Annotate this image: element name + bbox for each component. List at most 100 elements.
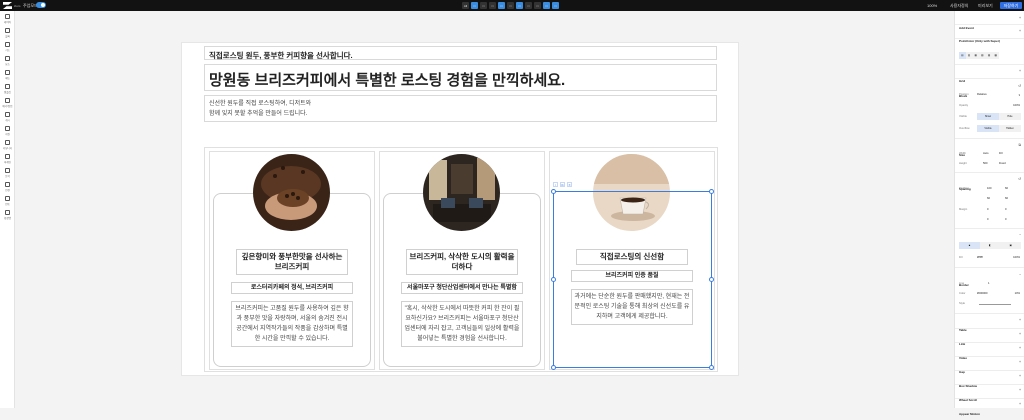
- padding-left-input[interactable]: 60: [987, 197, 990, 200]
- card-column[interactable]: 브리즈커피, 삭삭한 도시의 활력을 더하다 서울마포구 청단산업센터에서 만나…: [379, 151, 545, 370]
- sidebar-item-menu[interactable]: 메뉴: [0, 70, 15, 82]
- resize-handle[interactable]: [551, 189, 556, 194]
- align-center-icon[interactable]: ▥: [966, 54, 973, 57]
- plus-icon[interactable]: +: [1019, 388, 1021, 392]
- device-mobile-small-icon[interactable]: □: [525, 2, 532, 9]
- selected-card-frame[interactable]: [551, 189, 714, 370]
- plus-icon[interactable]: +: [1019, 16, 1021, 20]
- card-body[interactable]: "혹시, 삭삭한 도시에서 따뜻한 커피 한 잔이 필요하신가요? 브리즈커피는…: [401, 301, 523, 347]
- sidebar-item-features[interactable]: 기능: [0, 42, 15, 54]
- zoom-level[interactable]: 100%: [927, 3, 937, 8]
- sidebar-item-assets[interactable]: 자원: [0, 126, 15, 138]
- margin-left-input[interactable]: 0: [1005, 218, 1007, 221]
- overflow-hidden-button[interactable]: Hidden: [999, 127, 1021, 130]
- card-subtitle[interactable]: 로스터리카페의 정석, 브리즈커피: [231, 282, 353, 294]
- sidebar-item-posts[interactable]: 게시: [0, 112, 15, 124]
- save-button[interactable]: 저장하기: [1000, 2, 1022, 9]
- app-logo[interactable]: zium: [3, 2, 20, 9]
- device-custom-icon[interactable]: □: [543, 2, 550, 9]
- device-all-button[interactable]: All: [462, 2, 469, 9]
- border-opacity-input[interactable]: 10%: [1015, 292, 1020, 295]
- sidebar-item-integrations[interactable]: 연동: [0, 196, 15, 208]
- align-top-icon[interactable]: ▧: [979, 54, 986, 57]
- resize-handle[interactable]: [709, 189, 714, 194]
- align-right-icon[interactable]: ▦: [972, 54, 979, 57]
- width-input[interactable]: Auto: [983, 152, 989, 155]
- sidebar-item-community[interactable]: 커뮤니티: [0, 140, 15, 152]
- overflow-visible-button[interactable]: Visible: [977, 125, 999, 132]
- plus-icon[interactable]: +: [1019, 332, 1021, 336]
- sidebar-item-apps[interactable]: 확장앱: [0, 210, 15, 222]
- device-watch-icon[interactable]: □: [534, 2, 541, 9]
- device-desktop-icon[interactable]: □: [471, 2, 478, 9]
- sidebar-item-blocks[interactable]: 블록: [0, 28, 15, 40]
- chevron-down-icon[interactable]: ▾: [1019, 93, 1020, 97]
- copy-icon[interactable]: ⧉: [1019, 143, 1022, 147]
- width-unit-select[interactable]: Fill: [999, 152, 1002, 155]
- opacity-input[interactable]: 100%: [1013, 104, 1020, 107]
- padding-side-input[interactable]: 60: [1005, 187, 1008, 190]
- page-canvas[interactable]: 직접로스팅 원두, 풍부한 커피향을 선사합니다. 망원동 브리즈커피에서 특별…: [181, 42, 739, 376]
- appear-motion-section[interactable]: Appear Motion +: [959, 402, 1021, 420]
- visible-show-button[interactable]: Show: [977, 113, 999, 120]
- fill-solid-icon[interactable]: ■: [959, 242, 980, 249]
- mode-toggle[interactable]: [36, 2, 46, 8]
- fill-color-input[interactable]: #ffffff: [977, 256, 983, 259]
- section-subtitle[interactable]: 직접로스팅 원두, 풍부한 커피향을 선사합니다.: [204, 46, 717, 60]
- sidebar-item-analytics[interactable]: 분석: [0, 168, 15, 180]
- plus-icon[interactable]: +: [1019, 346, 1021, 350]
- border-style-preview[interactable]: [979, 304, 1011, 305]
- delete-icon[interactable]: ✕: [567, 182, 572, 187]
- device-laptop-icon[interactable]: □: [480, 2, 487, 9]
- minus-icon[interactable]: −: [1019, 273, 1021, 277]
- reset-icon[interactable]: ↺: [1018, 177, 1021, 181]
- sidebar-item-layers[interactable]: 레이어: [0, 14, 15, 26]
- device-mobile-icon[interactable]: □: [507, 2, 514, 9]
- margin-top-input[interactable]: 0: [987, 208, 989, 211]
- reset-icon[interactable]: ↺: [1018, 84, 1021, 88]
- resize-handle[interactable]: [551, 365, 556, 370]
- section-description[interactable]: 신선한 원두를 직접 로스팅하여, 디저트와 함께 잊지 못할 추억을 만들어 …: [204, 95, 717, 122]
- height-input[interactable]: 500: [983, 162, 987, 165]
- padding-right-input[interactable]: 60: [1005, 197, 1008, 200]
- device-tablet-landscape-icon[interactable]: □: [498, 2, 505, 9]
- align-left-icon[interactable]: ▤: [959, 52, 966, 59]
- sidebar-item-marketing[interactable]: 마케팅: [0, 154, 15, 166]
- plus-icon[interactable]: +: [1019, 374, 1021, 378]
- card-title[interactable]: 깊은향미와 풍부한맛을 선사하는 브리즈커피: [236, 249, 348, 275]
- position-select[interactable]: Relative: [977, 93, 987, 96]
- minus-icon[interactable]: −: [1019, 233, 1021, 237]
- margin-bottom-input[interactable]: 0: [987, 218, 989, 221]
- plus-icon[interactable]: +: [1019, 402, 1021, 406]
- height-unit-select[interactable]: Fixed: [999, 162, 1006, 165]
- custom-button[interactable]: 사용자정의: [950, 3, 968, 9]
- card-body[interactable]: 브리즈커피는 고품질 원두를 사용하여 깊은 향과 풍부한 맛을 자랑하며, 서…: [231, 301, 353, 347]
- duplicate-icon[interactable]: ⧉: [560, 182, 565, 187]
- margin-right-input[interactable]: 0: [1005, 208, 1007, 211]
- visible-hide-button[interactable]: Hide: [999, 115, 1021, 118]
- padding-top-input[interactable]: 100: [987, 187, 991, 190]
- device-tablet-icon[interactable]: □: [489, 2, 496, 9]
- resize-handle[interactable]: [709, 365, 714, 370]
- resize-handle[interactable]: [551, 277, 556, 282]
- move-icon[interactable]: ↕: [553, 182, 558, 187]
- coffee-beans-image[interactable]: [253, 154, 330, 231]
- plus-icon[interactable]: +: [1019, 69, 1021, 73]
- section-headline[interactable]: 망원동 브리즈커피에서 특별한 로스팅 경험을 만끽하세요.: [204, 64, 717, 91]
- fill-opacity-input[interactable]: 100%: [1013, 256, 1020, 259]
- fill-image-icon[interactable]: ▣: [1000, 244, 1021, 247]
- align-middle-icon[interactable]: ▨: [986, 54, 993, 57]
- sidebar-item-connect[interactable]: 연결: [0, 182, 15, 194]
- align-bottom-icon[interactable]: ▩: [992, 54, 999, 57]
- card-title[interactable]: 브리즈커피, 삭삭한 도시의 활력을 더하다: [406, 249, 518, 275]
- resize-handle[interactable]: [709, 277, 714, 282]
- plus-icon[interactable]: +: [1019, 29, 1021, 33]
- sidebar-item-templates[interactable]: 템플릿: [0, 84, 15, 96]
- sidebar-item-banner[interactable]: 배너/팝업: [0, 98, 15, 110]
- plus-icon[interactable]: +: [1019, 360, 1021, 364]
- card-subtitle[interactable]: 서울마포구 청단산업센터에서 만나는 특별함: [401, 282, 523, 294]
- card-column[interactable]: 깊은향미와 풍부한맛을 선사하는 브리즈커피 로스터리카페의 정석, 브리즈커피…: [209, 151, 375, 370]
- fill-gradient-icon[interactable]: ◧: [980, 244, 1001, 247]
- cafe-interior-image[interactable]: [423, 154, 500, 231]
- preview-button[interactable]: 미리보기: [978, 3, 993, 9]
